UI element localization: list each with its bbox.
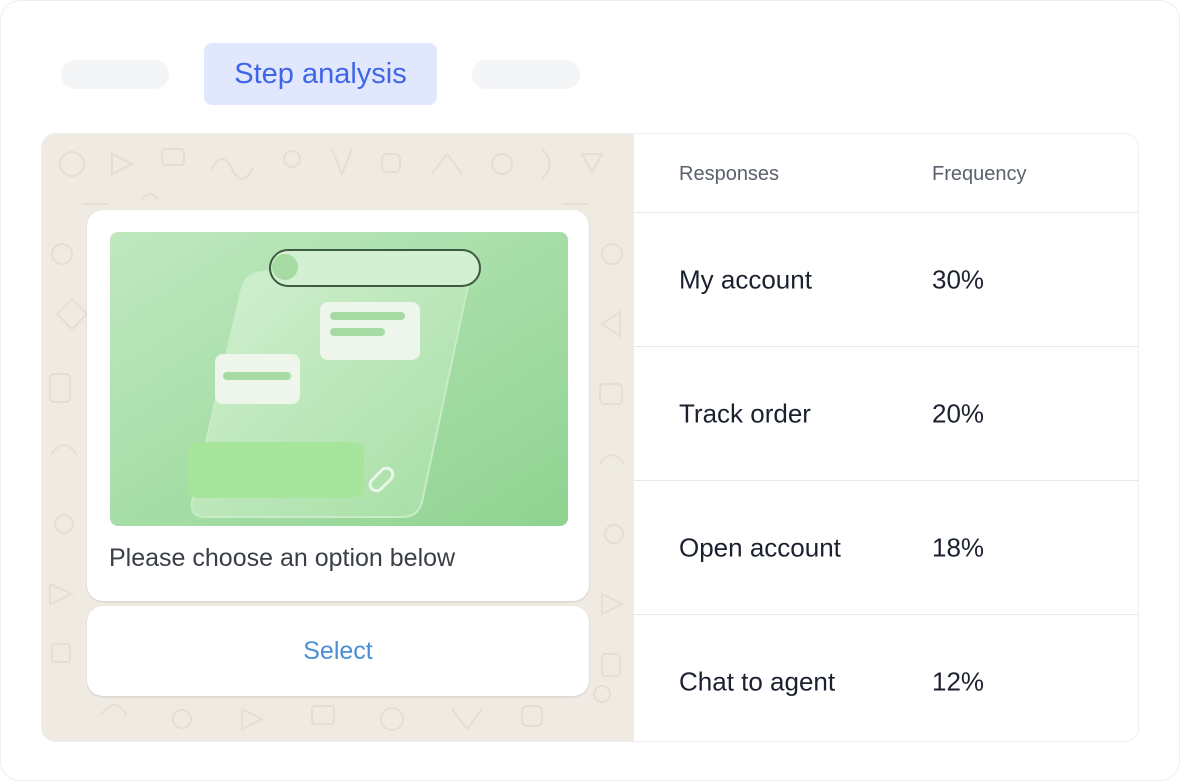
column-header-responses: Responses [679,163,780,185]
frequency-cell: 12% [932,666,985,697]
table-row: Chat to agent 12% [634,615,1138,741]
responses-table: Responses Frequency My account 30% Track… [634,134,1138,741]
table-row: My account 30% [634,213,1138,347]
response-cell: Track order [679,398,811,428]
table-header: Responses Frequency [634,134,1138,213]
step-analysis-card: Step analysis Please choose an option be… [0,0,1180,781]
main-panel: Please choose an option below Select Res… [41,133,1139,742]
chat-preview: Please choose an option below Select [42,134,634,741]
response-cell: Chat to agent [679,666,836,697]
frequency-cell: 30% [932,264,985,294]
tab-step-analysis[interactable]: Step analysis [204,43,437,105]
message-bubble: Please choose an option below [87,210,589,601]
frequency-cell: 18% [932,532,985,562]
table-row: Open account 18% [634,481,1138,615]
chat-illustration-icon [110,232,568,526]
tab-placeholder-right[interactable] [472,60,580,89]
frequency-cell: 20% [932,398,985,428]
response-cell: My account [679,264,812,294]
response-cell: Open account [679,532,841,562]
tab-placeholder-left[interactable] [61,60,169,89]
select-button[interactable]: Select [87,606,589,696]
column-header-frequency: Frequency [932,163,1027,185]
table-row: Track order 20% [634,347,1138,481]
message-text: Please choose an option below [109,544,456,572]
